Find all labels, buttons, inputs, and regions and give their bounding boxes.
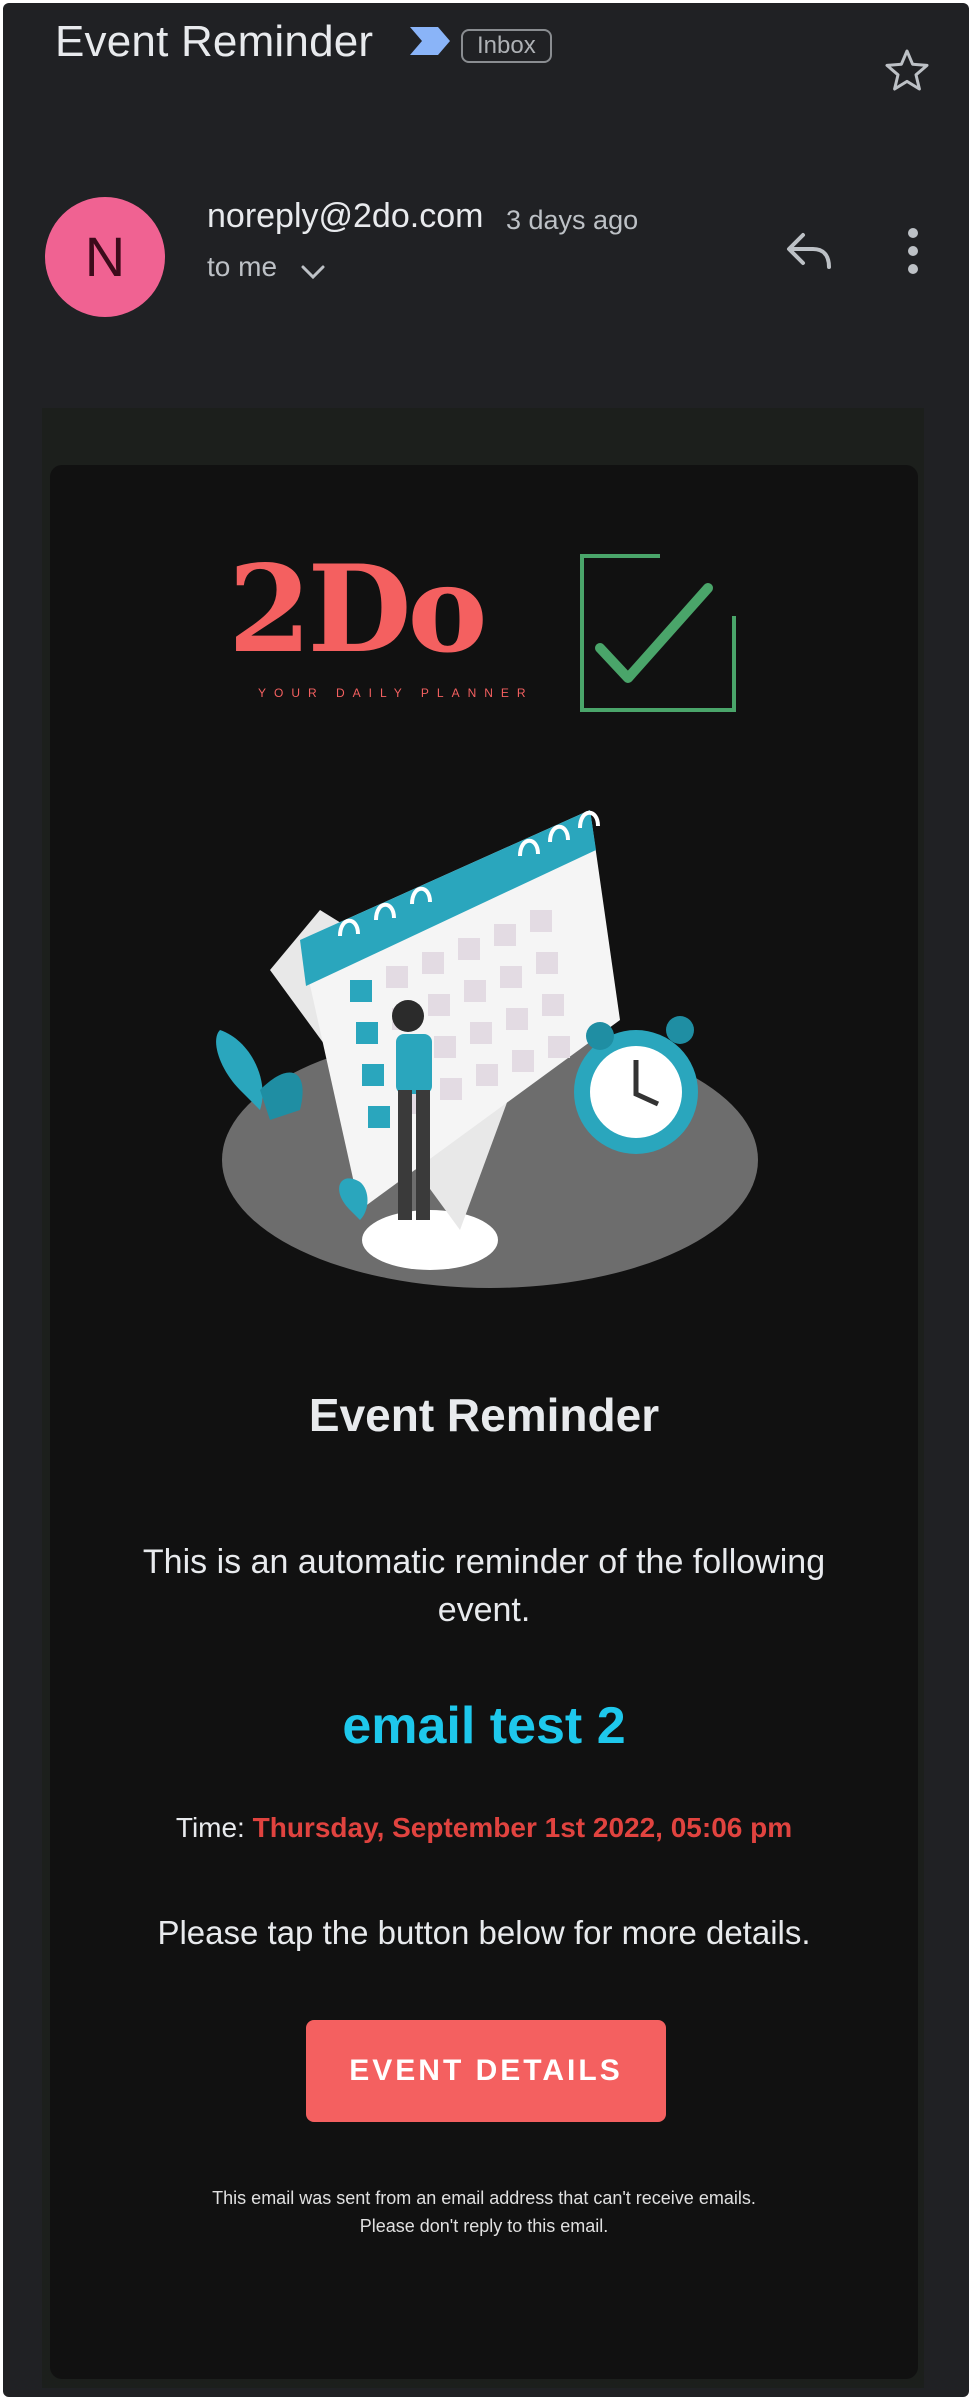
- email-subject: Event Reminder: [55, 17, 374, 66]
- sender-address: noreply@2do.com: [207, 197, 484, 235]
- sender-avatar[interactable]: N: [45, 197, 165, 317]
- star-icon[interactable]: [883, 47, 931, 95]
- sent-time: 3 days ago: [506, 205, 639, 235]
- email-heading: Event Reminder: [308, 1389, 660, 1441]
- brand-logo-text: 2Do: [228, 539, 488, 680]
- time-label: Time:: [175, 1812, 245, 1843]
- time-value: Thursday, September 1st 2022, 05:06 pm: [252, 1812, 793, 1843]
- chevron-down-icon[interactable]: [297, 259, 329, 285]
- more-vert-icon[interactable]: [899, 225, 927, 277]
- instruction-text: Please tap the button below for more det…: [157, 1914, 811, 1951]
- label-chevron-icon: [410, 27, 450, 55]
- footer-line-2: Please don't reply to this email.: [359, 2216, 609, 2236]
- brand-tagline: YOUR DAILY PLANNER: [258, 686, 534, 700]
- recipient-summary[interactable]: to me: [207, 251, 277, 283]
- reply-icon[interactable]: [783, 225, 835, 277]
- calendar-illustration: [216, 810, 758, 1288]
- event-name: email test 2: [342, 1697, 626, 1755]
- checkbox-check-icon: [580, 554, 736, 712]
- event-details-button[interactable]: EVENT DETAILS: [306, 2020, 666, 2122]
- inbox-label-chip[interactable]: Inbox: [461, 29, 552, 63]
- intro-text: This is an automatic reminder of the fol…: [142, 1543, 826, 1629]
- email-footer: This email was sent from an email addres…: [50, 2184, 918, 2240]
- event-time: Time: Thursday, September 1st 2022, 05:0…: [50, 1812, 918, 1844]
- footer-line-1: This email was sent from an email addres…: [212, 2188, 756, 2208]
